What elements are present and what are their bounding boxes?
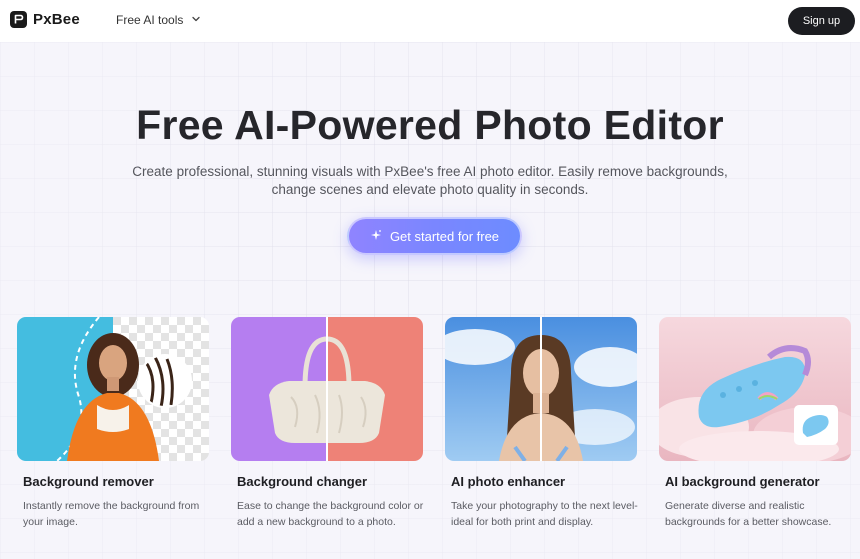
card-description: Ease to change the background color or a… xyxy=(237,500,424,528)
background-changer-image xyxy=(231,317,423,461)
chevron-down-icon xyxy=(191,13,201,27)
pxbee-logo-icon xyxy=(10,11,27,28)
card-description: Instantly remove the background from you… xyxy=(23,500,200,528)
page-title: Free AI-Powered Photo Editor xyxy=(136,102,724,148)
ai-background-generator-image xyxy=(659,317,851,461)
get-started-label: Get started for free xyxy=(389,228,500,244)
nav-tools-label: Free AI tools xyxy=(116,13,184,27)
get-started-button[interactable]: Get started for free xyxy=(347,217,522,255)
card-title: Background changer xyxy=(237,474,368,489)
hero-section: Free AI-Powered Photo Editor Create prof… xyxy=(0,42,860,559)
card-description: Generate diverse and realistic backgroun… xyxy=(665,500,832,528)
card-title: AI background generator xyxy=(665,474,820,489)
logo[interactable]: PxBee xyxy=(10,11,80,28)
card-title: Background remover xyxy=(23,474,154,489)
card-description: Take your photography to the next level-… xyxy=(451,500,638,528)
sparkle-icon xyxy=(370,229,382,244)
ai-photo-enhancer-image xyxy=(445,317,637,461)
sign-up-button[interactable]: Sign up xyxy=(788,7,855,35)
background-remover-image xyxy=(17,317,209,461)
free-ai-tools-menu[interactable]: Free AI tools xyxy=(116,13,201,27)
top-nav: PxBee Free AI tools Sign up xyxy=(0,0,860,42)
logo-text: PxBee xyxy=(33,11,80,28)
hero-subtitle: Create professional, stunning visuals wi… xyxy=(132,164,728,197)
card-title: AI photo enhancer xyxy=(451,474,566,489)
